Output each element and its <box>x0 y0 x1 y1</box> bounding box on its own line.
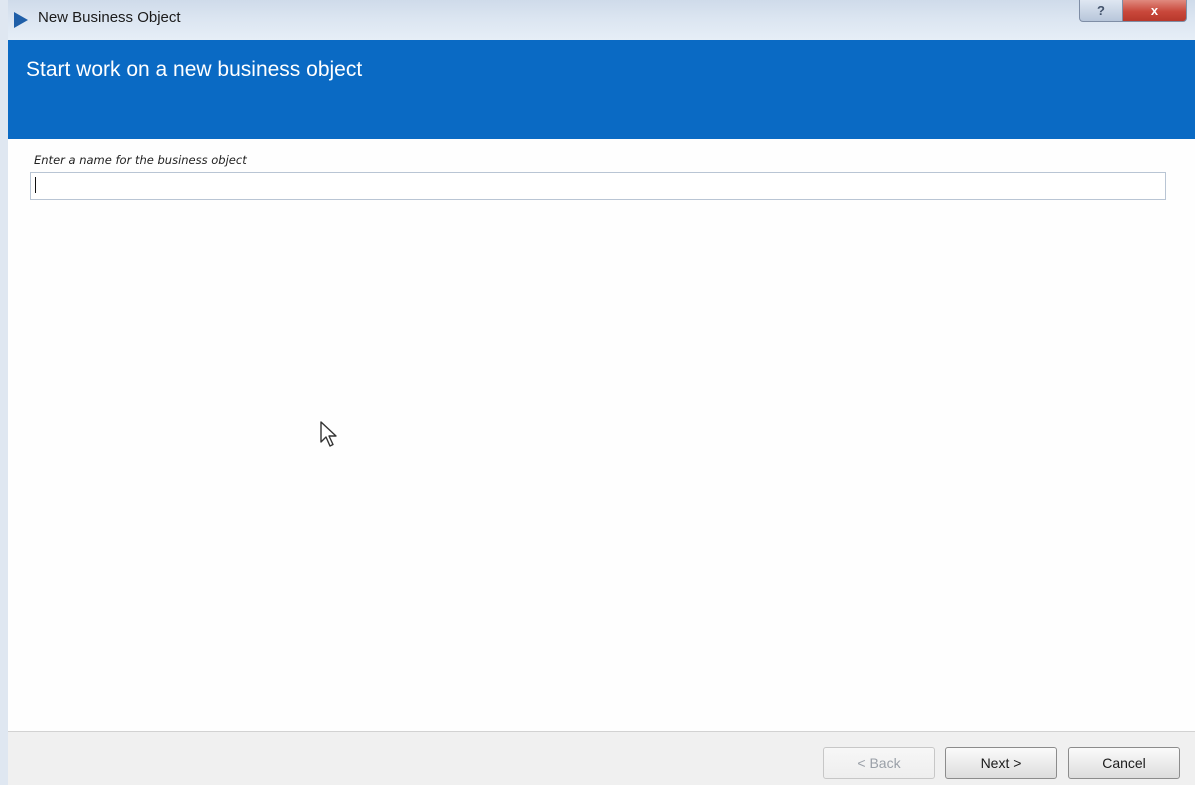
app-icon <box>14 12 28 28</box>
wizard-content: Enter a name for the business object <box>8 139 1195 731</box>
help-icon: ? <box>1097 3 1105 18</box>
close-icon: x <box>1150 3 1159 18</box>
text-caret <box>35 177 36 193</box>
name-field-label: Enter a name for the business object <box>34 153 247 167</box>
cancel-button[interactable]: Cancel <box>1068 747 1180 779</box>
help-button[interactable]: ? <box>1079 0 1123 22</box>
title-bar[interactable]: New Business Object ? x <box>8 0 1195 41</box>
page-title: Start work on a new business object <box>26 58 363 81</box>
window-title: New Business Object <box>38 9 181 26</box>
next-button[interactable]: Next > <box>945 747 1057 779</box>
business-object-name-input[interactable] <box>30 172 1166 200</box>
back-button[interactable]: < Back <box>823 747 935 779</box>
caption-buttons: ? x <box>1079 0 1187 22</box>
dialog-window: New Business Object ? x Start work on a … <box>0 0 1195 785</box>
wizard-header: Start work on a new business object <box>8 40 1195 139</box>
mouse-cursor-icon <box>320 421 337 447</box>
close-button[interactable]: x <box>1123 0 1187 22</box>
wizard-footer: < Back Next > Cancel <box>8 731 1195 785</box>
